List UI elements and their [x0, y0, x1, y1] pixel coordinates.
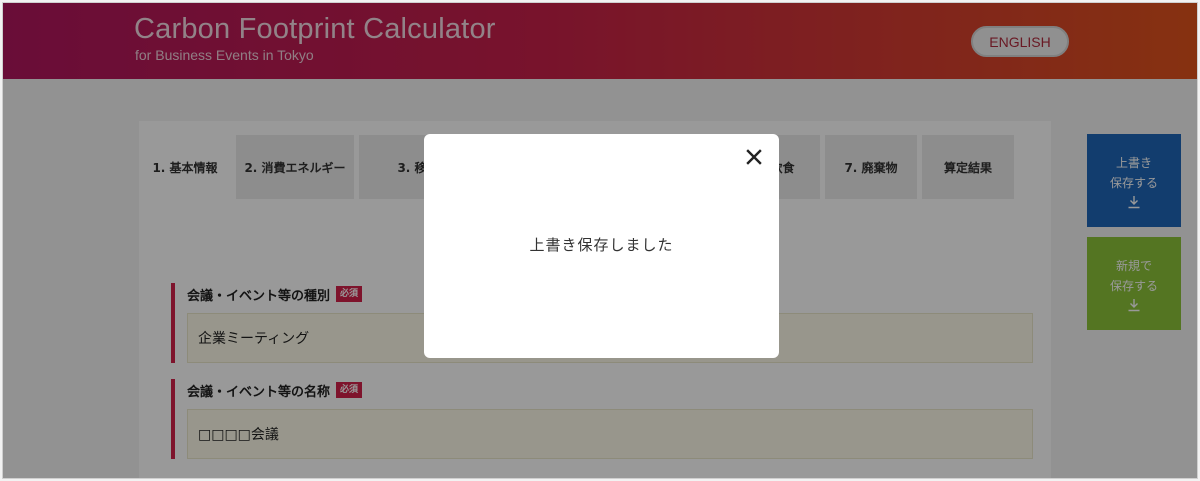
- app-window: Carbon Footprint Calculator for Business…: [2, 2, 1198, 479]
- close-icon[interactable]: [743, 146, 765, 168]
- dialog-message: 上書き保存しました: [529, 236, 674, 254]
- save-confirmation-dialog: 上書き保存しました: [424, 134, 779, 358]
